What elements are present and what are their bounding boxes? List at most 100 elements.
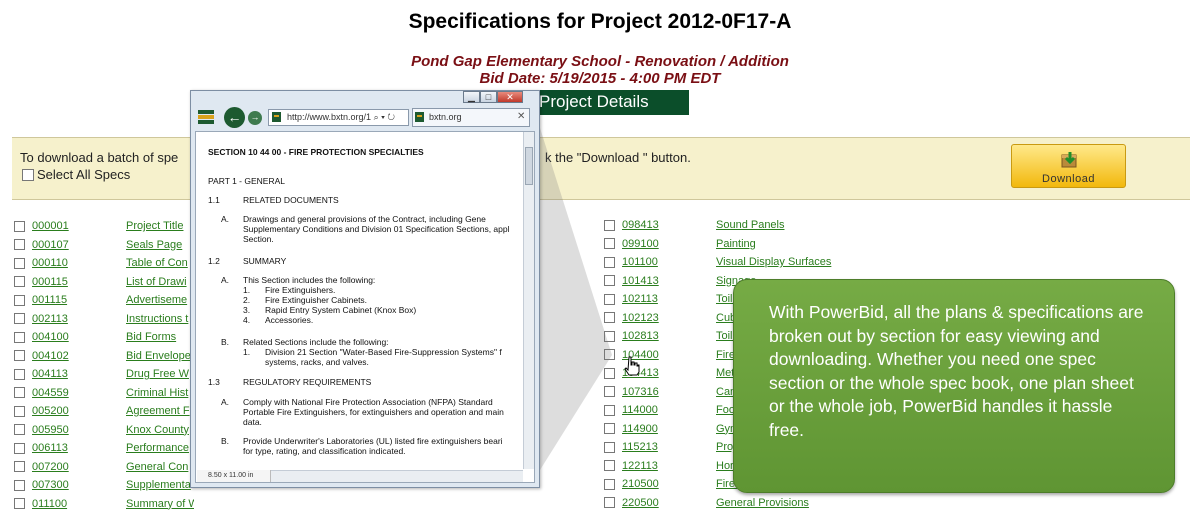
spec-code-link[interactable]: 102113 xyxy=(622,293,716,305)
spec-checkbox[interactable] xyxy=(14,276,25,287)
spec-code-link[interactable]: 102123 xyxy=(622,312,716,324)
spec-checkbox[interactable] xyxy=(604,312,615,323)
forward-arrow-icon[interactable]: → xyxy=(248,111,262,125)
spec-code-link[interactable]: 000115 xyxy=(32,276,126,288)
spec-row: 005200 Agreement F xyxy=(14,402,190,420)
spec-code-link[interactable]: 122113 xyxy=(622,460,716,472)
spec-checkbox[interactable] xyxy=(14,257,25,269)
spec-code-link[interactable]: 005200 xyxy=(32,405,126,417)
spec-code-link[interactable]: 001115 xyxy=(32,294,126,306)
spec-checkbox[interactable] xyxy=(604,275,615,286)
spec-title-link[interactable]: General Con xyxy=(126,461,188,473)
spec-title-link[interactable]: Sound Panels xyxy=(716,219,785,231)
spec-code-link[interactable]: 102813 xyxy=(622,330,716,342)
address-bar[interactable]: http://www.bxtn.org/1 ⌕ ▾ ↻ xyxy=(268,109,409,126)
spec-code-link[interactable]: 000107 xyxy=(32,239,126,251)
project-details-tab[interactable]: Project Details xyxy=(520,90,689,115)
spec-checkbox[interactable] xyxy=(14,331,25,343)
spec-checkbox[interactable] xyxy=(604,497,615,508)
spec-title-link[interactable]: Instructions t xyxy=(126,313,188,325)
spec-checkbox[interactable] xyxy=(604,219,615,231)
spec-code-link[interactable]: 107316 xyxy=(622,386,716,398)
spec-row: 000107 Seals Page xyxy=(14,236,182,254)
spec-checkbox[interactable] xyxy=(14,498,25,509)
spec-checkbox[interactable] xyxy=(14,350,25,361)
spec-code-link[interactable]: 007300 xyxy=(32,479,126,491)
spec-title-link[interactable]: Visual Display Surfaces xyxy=(716,256,831,268)
spec-checkbox[interactable] xyxy=(604,478,615,490)
spec-checkbox[interactable] xyxy=(14,479,25,491)
spec-code-link[interactable]: 006113 xyxy=(32,442,126,454)
spec-title-link[interactable]: Bid Forms xyxy=(126,331,176,343)
spec-checkbox[interactable] xyxy=(14,239,25,250)
spec-checkbox[interactable] xyxy=(14,368,25,380)
spec-code-link[interactable]: 114900 xyxy=(622,423,716,435)
spec-code-link[interactable]: 098413 xyxy=(622,219,716,231)
spec-title-link[interactable]: List of Drawi xyxy=(126,276,187,288)
spec-code-link[interactable]: 099100 xyxy=(622,238,716,250)
spec-row: 007200 General Con xyxy=(14,458,188,476)
spec-code-link[interactable]: 011100 xyxy=(32,498,126,510)
spec-title-link[interactable]: Performance xyxy=(126,442,189,454)
spec-checkbox[interactable] xyxy=(604,330,615,342)
spec-checkbox[interactable] xyxy=(604,349,615,360)
spec-title-link[interactable]: Seals Page xyxy=(126,239,182,251)
spec-title-link[interactable]: Drug Free W xyxy=(126,368,189,380)
spec-title-link[interactable]: Table of Con xyxy=(126,257,188,269)
spec-title-link[interactable]: Knox County xyxy=(126,424,189,436)
spec-checkbox[interactable] xyxy=(604,256,615,268)
spec-checkbox[interactable] xyxy=(14,442,25,454)
spec-checkbox[interactable] xyxy=(604,441,615,453)
spec-code-link[interactable]: 004113 xyxy=(32,368,126,380)
spec-checkbox[interactable] xyxy=(14,461,25,472)
minimize-button[interactable]: ▁ xyxy=(463,91,480,103)
spec-code-link[interactable]: 220500 xyxy=(622,497,716,509)
spec-code-link[interactable]: 004100 xyxy=(32,331,126,343)
spec-checkbox[interactable] xyxy=(14,387,25,398)
maximize-button[interactable]: □ xyxy=(480,91,497,103)
spec-checkbox[interactable] xyxy=(604,386,615,397)
spec-checkbox[interactable] xyxy=(604,404,615,416)
spec-title-link[interactable]: Advertiseme xyxy=(126,294,187,306)
select-all-checkbox[interactable] xyxy=(22,168,34,181)
select-all-specs[interactable]: Select All Specs xyxy=(22,167,130,182)
spec-code-link[interactable]: 004559 xyxy=(32,387,126,399)
address-controls[interactable]: ⌕ ▾ ↻ xyxy=(374,112,395,122)
back-arrow-icon[interactable]: ← xyxy=(224,107,245,128)
spec-code-link[interactable]: 007200 xyxy=(32,461,126,473)
spec-checkbox[interactable] xyxy=(14,405,25,417)
tab-close-icon[interactable]: ✕ xyxy=(517,111,525,122)
document-horizontal-scrollbar[interactable] xyxy=(271,470,523,482)
spec-code-link[interactable]: 101413 xyxy=(622,275,716,287)
spec-title-link[interactable]: Bid Envelope xyxy=(126,350,191,362)
spec-code-link[interactable]: 005950 xyxy=(32,424,126,436)
spec-code-link[interactable]: 101100 xyxy=(622,256,716,268)
spec-checkbox[interactable] xyxy=(604,367,615,379)
spec-checkbox[interactable] xyxy=(14,313,25,324)
spec-checkbox[interactable] xyxy=(604,293,615,305)
spec-title-link[interactable]: Supplementa xyxy=(126,479,191,491)
spec-title-link[interactable]: Agreement F xyxy=(126,405,190,417)
spec-checkbox[interactable] xyxy=(14,294,25,306)
spec-title-link[interactable]: Project Title xyxy=(126,220,183,232)
spec-code-link[interactable]: 000001 xyxy=(32,220,126,232)
spec-code-link[interactable]: 114000 xyxy=(622,404,716,416)
spec-title-link[interactable]: Painting xyxy=(716,238,756,250)
spec-title-link[interactable]: Criminal Hist xyxy=(126,387,188,399)
spec-checkbox[interactable] xyxy=(14,424,25,435)
spec-code-link[interactable]: 115213 xyxy=(622,441,716,453)
spec-checkbox[interactable] xyxy=(604,460,615,471)
browser-tab[interactable]: bxtn.org xyxy=(412,108,530,127)
close-window-button[interactable]: ✕ xyxy=(497,91,523,103)
spec-code-link[interactable]: 000110 xyxy=(32,257,126,269)
spec-title-link[interactable]: General Provisions xyxy=(716,497,809,509)
scrollbar-thumb[interactable] xyxy=(525,147,533,185)
spec-code-link[interactable]: 004102 xyxy=(32,350,126,362)
spec-checkbox[interactable] xyxy=(14,220,25,232)
download-button[interactable]: Download xyxy=(1011,144,1126,188)
spec-code-link[interactable]: 002113 xyxy=(32,313,126,325)
spec-title-link[interactable]: Summary of Work xyxy=(126,498,194,510)
spec-code-link[interactable]: 210500 xyxy=(622,478,716,490)
spec-checkbox[interactable] xyxy=(604,238,615,249)
spec-checkbox[interactable] xyxy=(604,423,615,434)
